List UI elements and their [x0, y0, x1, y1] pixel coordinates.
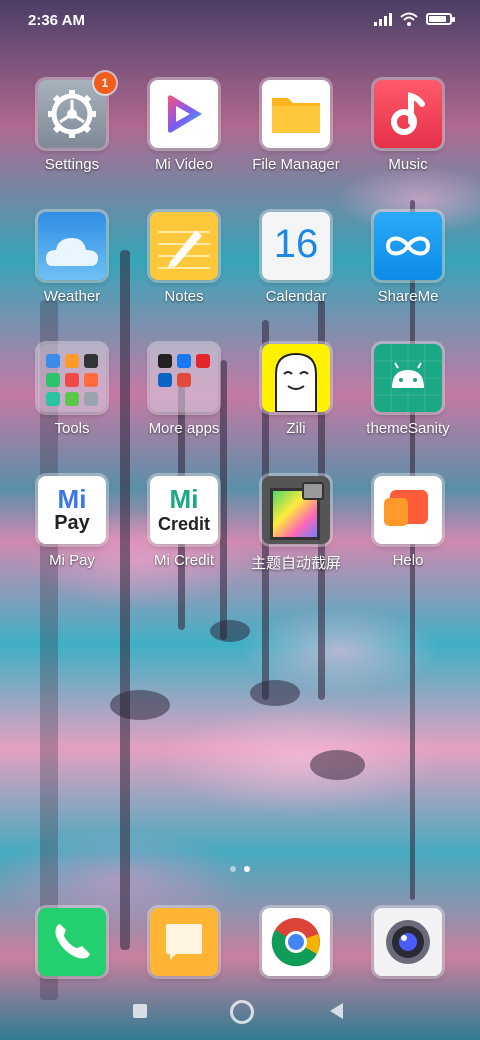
camera-icon	[374, 908, 442, 976]
zili-face-icon	[262, 344, 330, 412]
mi-credit-logo: Mi Credit	[150, 476, 218, 544]
recents-button[interactable]	[133, 1004, 147, 1018]
notification-badge: 1	[94, 72, 116, 94]
app-label: Weather	[43, 288, 101, 305]
mi-pay-logo: Mi Pay	[38, 476, 106, 544]
app-label: Music	[388, 156, 428, 173]
app-shareme[interactable]: ShareMe	[348, 212, 468, 305]
mi-pay-logo-top: Mi	[57, 484, 87, 514]
app-label: Settings	[44, 156, 100, 173]
app-file-manager[interactable]: File Manager	[236, 80, 356, 173]
clock: 2:36 AM	[28, 12, 85, 29]
app-music[interactable]: Music	[348, 80, 468, 173]
app-label: Mi Pay	[49, 552, 95, 569]
app-label: Zili	[286, 420, 306, 437]
dock-messages[interactable]	[124, 908, 244, 976]
app-themesanity[interactable]: themeSanity	[348, 344, 468, 437]
app-label: Calendar	[265, 288, 327, 305]
mi-credit-logo-top: Mi	[169, 484, 199, 514]
app-label: themeSanity	[366, 420, 450, 437]
dock-phone[interactable]	[12, 908, 132, 976]
app-weather[interactable]: Weather	[12, 212, 132, 305]
message-icon	[150, 908, 218, 976]
helo-chat-icon	[374, 476, 442, 544]
page-dot-current[interactable]	[244, 866, 250, 872]
app-helo[interactable]: Helo	[348, 476, 468, 569]
infinity-icon	[374, 212, 442, 280]
phone-icon	[38, 908, 106, 976]
folder-more-apps-icon	[150, 344, 218, 412]
app-label: Mi Credit	[153, 552, 214, 569]
mi-credit-logo-bottom: Credit	[157, 514, 210, 534]
wifi-icon	[400, 12, 418, 26]
home-button[interactable]	[230, 1000, 254, 1024]
signal-icon	[374, 12, 392, 26]
battery-icon	[426, 13, 455, 25]
app-label: Helo	[392, 552, 424, 569]
folder-icon	[262, 80, 330, 148]
app-folder-more-apps[interactable]: More apps	[124, 344, 244, 437]
android-icon	[374, 344, 442, 412]
music-note-icon	[374, 80, 442, 148]
cloud-icon	[38, 212, 106, 280]
app-theme-screenshot[interactable]: 主题自动截屏	[236, 476, 356, 573]
status-bar: 2:36 AM	[0, 0, 480, 42]
app-label: File Manager	[252, 156, 340, 173]
pencil-icon	[150, 212, 218, 280]
folder-tools-icon	[38, 344, 106, 412]
app-label: ShareMe	[377, 288, 439, 305]
page-dot[interactable]	[230, 866, 236, 872]
play-icon	[150, 80, 218, 148]
app-label: Tools	[54, 420, 90, 437]
app-zili[interactable]: Zili	[236, 344, 356, 437]
app-label: Notes	[164, 288, 204, 305]
dock-camera[interactable]	[348, 908, 468, 976]
app-settings[interactable]: 1 Settings	[12, 72, 132, 173]
screenshot-icon	[262, 476, 330, 544]
dock-chrome[interactable]	[236, 908, 356, 976]
app-label: 主题自动截屏	[250, 555, 341, 572]
page-indicator	[0, 866, 480, 872]
calendar-day: 16	[273, 222, 319, 266]
chrome-icon	[262, 908, 330, 976]
calendar-icon: 16	[262, 212, 330, 280]
app-calendar[interactable]: 16 Calendar	[236, 212, 356, 305]
app-mi-pay[interactable]: Mi Pay Mi Pay	[12, 476, 132, 569]
navigation-bar	[0, 996, 480, 1026]
app-label: More apps	[148, 420, 220, 437]
app-folder-tools[interactable]: Tools	[12, 344, 132, 437]
app-mi-video[interactable]: Mi Video	[124, 80, 244, 173]
back-button[interactable]	[330, 1003, 343, 1019]
app-notes[interactable]: Notes	[124, 212, 244, 305]
mi-pay-logo-bottom: Pay	[54, 512, 90, 534]
app-label: Mi Video	[154, 156, 214, 173]
app-mi-credit[interactable]: Mi Credit Mi Credit	[124, 476, 244, 569]
